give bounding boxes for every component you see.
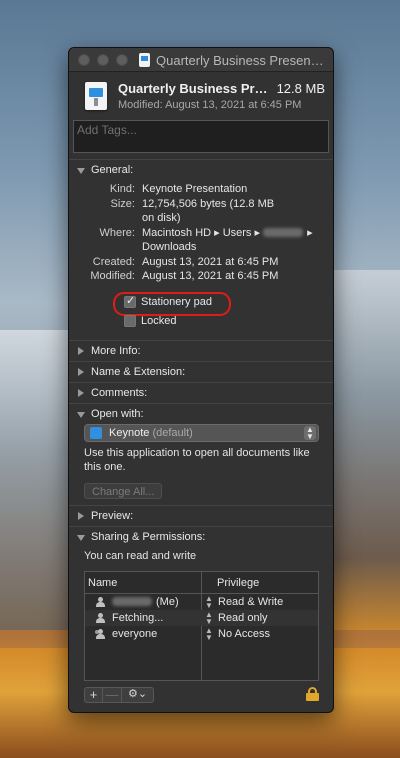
keynote-document-icon (85, 82, 107, 110)
table-row[interactable]: (Me) ▲ ▼ Read & Write (85, 594, 318, 610)
person-icon (95, 596, 105, 607)
updown-icon: ▲ ▼ (205, 593, 213, 610)
disclosure-triangle-icon (78, 367, 84, 376)
stationery-pad-checkbox[interactable] (124, 294, 136, 308)
file-size: 12.8 MB (276, 81, 325, 96)
permissions-header: Name Privilege (85, 572, 318, 594)
comments-section: Comments: (69, 381, 333, 403)
comments-title: Comments: (91, 386, 148, 399)
permissions-table: Name Privilege (Me) ▲ ▼ Read & Write Fetc… (84, 570, 319, 681)
open-with-popup[interactable]: Keynote (default) ▲ ▼ (84, 423, 319, 442)
tags-input[interactable] (77, 123, 325, 137)
preview-section: Preview: (69, 504, 333, 526)
stationery-pad-label[interactable]: Stationery pad (141, 296, 212, 308)
locked-checkbox[interactable] (124, 314, 136, 327)
person-icon (95, 612, 105, 623)
open-with-default: (default) (152, 426, 193, 439)
file-modified: Modified: August 13, 2021 at 6:45 PM (118, 99, 302, 111)
general-disclosure[interactable]: General: (69, 160, 333, 180)
disclosure-triangle-icon (78, 346, 84, 355)
created-label: Created: (92, 255, 135, 268)
name-column-header[interactable]: Name (88, 572, 117, 594)
gear-menu-button[interactable]: ⚙︎⌄ (121, 686, 154, 703)
lock-icon[interactable] (306, 686, 319, 701)
desktop-mountain-right (330, 270, 400, 630)
user-name: Fetching... (112, 611, 164, 624)
disclosure-triangle-icon (77, 168, 85, 174)
name-extension-disclosure[interactable]: Name & Extension: (69, 362, 333, 382)
where-label: Where: (99, 226, 135, 239)
disclosure-triangle-icon (78, 511, 84, 520)
keynote-app-icon (90, 426, 102, 439)
disclosure-triangle-icon (77, 534, 85, 541)
more-info-section: More Info: (69, 339, 333, 361)
popup-stepper-icon: ▲ ▼ (304, 425, 316, 440)
file-name: Quarterly Business Pr… (118, 81, 268, 96)
permissions-toolbar: + — ⚙︎⌄ (84, 686, 319, 705)
disclosure-triangle-icon (78, 388, 84, 397)
comments-disclosure[interactable]: Comments: (69, 383, 333, 403)
more-info-title: More Info: (91, 344, 141, 357)
preview-disclosure[interactable]: Preview: (69, 506, 333, 526)
redacted-username (112, 597, 152, 607)
where-value: Macintosh HD ▸ Users ▸ ▸ (142, 226, 313, 239)
preview-title: Preview: (91, 509, 134, 522)
kind-value: Keynote Presentation (142, 183, 248, 195)
tags-field-container (73, 120, 329, 153)
remove-user-button[interactable]: — (102, 686, 122, 703)
sharing-disclosure[interactable]: Sharing & Permissions: (69, 527, 333, 547)
updown-icon: ▲ ▼ (205, 609, 213, 626)
change-all-button[interactable]: Change All... (84, 482, 163, 499)
modified-value: August 13, 2021 at 6:45 PM (142, 270, 279, 282)
privilege-popup[interactable]: Read & Write (218, 594, 283, 610)
open-with-title: Open with: (91, 407, 144, 420)
modified-label: Modified: (90, 270, 135, 282)
locked-label[interactable]: Locked (141, 315, 176, 327)
disclosure-triangle-icon (77, 411, 85, 418)
table-row[interactable]: Fetching... ▲ ▼ Read only (85, 609, 318, 626)
general-checkboxes: Stationery pad Locked (69, 291, 333, 340)
add-user-button[interactable]: + (84, 686, 103, 703)
where-value-line2: Downloads (142, 241, 197, 253)
kind-label: Kind: (109, 183, 135, 195)
sharing-title: Sharing & Permissions: (91, 530, 206, 543)
name-extension-title: Name & Extension: (91, 365, 186, 378)
keynote-file-icon (139, 53, 150, 67)
window-title: Quarterly Business Presen… (156, 53, 324, 68)
group-icon (95, 628, 105, 639)
size-value-line2: on disk) (142, 212, 181, 224)
more-info-disclosure[interactable]: More Info: (69, 341, 333, 361)
redacted-username (263, 228, 304, 238)
user-name: (Me) (112, 594, 179, 610)
updown-icon: ▲ ▼ (205, 625, 213, 642)
privilege-popup[interactable]: Read only (218, 610, 268, 626)
file-header: Quarterly Business Pr… 12.8 MB Modified:… (69, 72, 333, 118)
size-label: Size: (110, 197, 135, 210)
permissions-description: You can read and write (84, 549, 197, 562)
close-window-button[interactable] (78, 54, 90, 66)
user-name: everyone (112, 627, 158, 640)
general-title-text: General: (91, 164, 134, 176)
open-with-description: Use this application to open all documen… (84, 446, 310, 473)
open-with-section: Open with: Keynote (default) ▲ ▼ Use this… (69, 402, 333, 505)
zoom-window-button[interactable] (116, 54, 128, 66)
size-value: 12,754,506 bytes (12.8 MB (142, 197, 275, 210)
general-info-grid: Kind: Keynote Presentation Size: 12,754,50… (69, 180, 333, 284)
minimize-window-button[interactable] (97, 54, 109, 66)
sharing-section: Sharing & Permissions: You can read and … (69, 525, 333, 705)
get-info-window: Quarterly Business Presen… Quarterly Bus… (68, 47, 334, 713)
title-bar[interactable]: Quarterly Business Presen… (69, 48, 333, 72)
general-section: General: Kind: Keynote Presentation Size:… (69, 159, 333, 340)
open-with-disclosure[interactable]: Open with: (69, 404, 333, 424)
name-extension-section: Name & Extension: (69, 360, 333, 382)
created-value: August 13, 2021 at 6:45 PM (142, 255, 279, 268)
table-row[interactable]: everyone ▲ ▼ No Access (85, 626, 318, 642)
privilege-column-header[interactable]: Privilege (217, 572, 259, 594)
open-with-app: Keynote (109, 426, 150, 439)
privilege-popup[interactable]: No Access (218, 626, 270, 642)
